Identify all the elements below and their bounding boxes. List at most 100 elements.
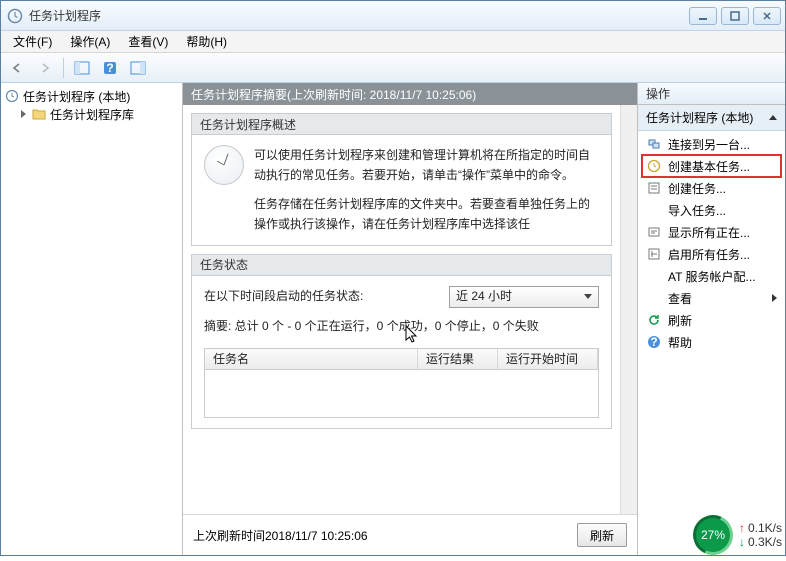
action-connect[interactable]: 连接到另一台... — [642, 133, 781, 155]
overview-clock-icon — [204, 145, 244, 185]
last-refresh-label: 上次刷新时间2018/11/7 10:25:06 — [193, 527, 368, 544]
status-summary: 摘要: 总计 0 个 - 0 个正在运行，0 个成功，0 个停止，0 个失败 — [204, 316, 599, 336]
status-group: 任务状态 在以下时间段启动的任务状态: 近 24 小时 摘要: 总计 0 个 -… — [191, 254, 612, 429]
task-table-body — [204, 370, 599, 418]
view-icon — [646, 290, 662, 306]
tree-pane: 任务计划程序 (本地) 任务计划程序库 — [1, 83, 183, 555]
col-run-start[interactable]: 运行开始时间 — [498, 349, 598, 369]
overview-title: 任务计划程序概述 — [191, 113, 612, 135]
tree-root[interactable]: 任务计划程序 (本地) — [3, 87, 180, 105]
menu-file[interactable]: 文件(F) — [5, 31, 60, 52]
tree-library-label: 任务计划程序库 — [50, 106, 134, 123]
actions-header: 操作 — [638, 83, 785, 105]
menu-bar: 文件(F) 操作(A) 查看(V) 帮助(H) — [1, 31, 785, 53]
menu-view[interactable]: 查看(V) — [120, 31, 176, 52]
actions-list: 连接到另一台... 创建基本任务... 创建任务... 导入任务... 显示所有正在..… — [638, 131, 785, 355]
expand-icon — [21, 110, 26, 118]
show-hide-action-button[interactable] — [126, 56, 150, 80]
refresh-button[interactable]: 刷新 — [577, 523, 627, 547]
action-label: 查看 — [668, 290, 766, 307]
menu-action[interactable]: 操作(A) — [62, 31, 118, 52]
action-label: 显示所有正在... — [668, 224, 777, 241]
combo-value: 近 24 小时 — [456, 286, 512, 306]
col-task-name[interactable]: 任务名 — [205, 349, 418, 369]
minimize-button[interactable] — [689, 7, 717, 25]
actions-pane: 操作 任务计划程序 (本地) 连接到另一台... 创建基本任务... 创建任务...… — [637, 83, 785, 555]
overview-text-2: 任务存储在任务计划程序库的文件夹中。若要查看单独任务上的操作或执行该操作，请在任… — [254, 194, 599, 235]
app-window: 任务计划程序 文件(F) 操作(A) 查看(V) 帮助(H) ? 任务计划程序 … — [0, 0, 786, 556]
help-button[interactable]: ? — [98, 56, 122, 80]
body: 任务计划程序 (本地) 任务计划程序库 任务计划程序摘要(上次刷新时间: 201… — [1, 83, 785, 555]
action-label: 启用所有任务... — [668, 246, 777, 263]
summary-scroll: 任务计划程序概述 可以使用任务计划程序来创建和管理计算机将在所指定的时间自动执行… — [183, 105, 620, 514]
svg-text:?: ? — [106, 61, 113, 75]
toolbar: ? — [1, 53, 785, 83]
summary-footer: 上次刷新时间2018/11/7 10:25:06 刷新 — [183, 514, 637, 555]
clock-icon — [5, 89, 19, 103]
action-label: 刷新 — [668, 312, 777, 329]
action-label: 创建基本任务... — [668, 158, 777, 175]
summary-pane: 任务计划程序摘要(上次刷新时间: 2018/11/7 10:25:06) 任务计… — [183, 83, 637, 555]
action-label: 连接到另一台... — [668, 136, 777, 153]
net-down: 0.3K/s — [748, 535, 782, 549]
maximize-button[interactable] — [721, 7, 749, 25]
enable-history-icon — [646, 246, 662, 262]
action-refresh[interactable]: 刷新 — [642, 309, 781, 331]
task-basic-icon — [646, 158, 662, 174]
summary-header: 任务计划程序摘要(上次刷新时间: 2018/11/7 10:25:06) — [183, 83, 637, 105]
net-up: 0.1K/s — [748, 521, 782, 535]
actions-group-label: 任务计划程序 (本地) — [646, 109, 753, 126]
refresh-icon — [646, 312, 662, 328]
task-icon — [646, 180, 662, 196]
task-table-header: 任务名 运行结果 运行开始时间 — [204, 348, 599, 370]
action-label: 导入任务... — [668, 202, 777, 219]
toolbar-separator — [63, 58, 64, 78]
status-label: 在以下时间段启动的任务状态: — [204, 286, 363, 306]
action-view[interactable]: 查看 — [642, 287, 781, 309]
action-task-basic[interactable]: 创建基本任务... — [642, 155, 781, 177]
window-controls — [689, 7, 781, 25]
submenu-arrow-icon — [772, 294, 777, 302]
collapse-icon[interactable] — [769, 115, 777, 120]
action-show-running[interactable]: 显示所有正在... — [642, 221, 781, 243]
network-stats: ↑0.1K/s ↓0.3K/s — [739, 521, 782, 550]
title-bar: 任务计划程序 — [1, 1, 785, 31]
arrow-down-icon: ↓ — [739, 535, 745, 549]
help-icon: ? — [646, 334, 662, 350]
show-running-icon — [646, 224, 662, 240]
show-hide-tree-button[interactable] — [70, 56, 94, 80]
network-usage-circle[interactable]: 27% — [687, 509, 738, 560]
app-icon — [7, 8, 23, 24]
col-run-result[interactable]: 运行结果 — [418, 349, 498, 369]
action-help[interactable]: ? 帮助 — [642, 331, 781, 353]
overview-body: 可以使用任务计划程序来创建和管理计算机将在所指定的时间自动执行的常见任务。若要开… — [191, 135, 612, 246]
vertical-scrollbar[interactable] — [620, 105, 637, 514]
network-overlay: 27% ↑0.1K/s ↓0.3K/s — [693, 515, 782, 555]
tree-library[interactable]: 任务计划程序库 — [3, 105, 180, 123]
action-label: 创建任务... — [668, 180, 777, 197]
menu-help[interactable]: 帮助(H) — [178, 31, 235, 52]
action-at-account[interactable]: AT 服务帐户配... — [642, 265, 781, 287]
import-icon — [646, 202, 662, 218]
chevron-down-icon — [584, 294, 592, 299]
status-title: 任务状态 — [191, 254, 612, 276]
action-import[interactable]: 导入任务... — [642, 199, 781, 221]
folder-icon — [32, 107, 46, 121]
action-task[interactable]: 创建任务... — [642, 177, 781, 199]
window-title: 任务计划程序 — [29, 7, 689, 24]
action-enable-history[interactable]: 启用所有任务... — [642, 243, 781, 265]
actions-group-title: 任务计划程序 (本地) — [638, 105, 785, 131]
overview-group: 任务计划程序概述 可以使用任务计划程序来创建和管理计算机将在所指定的时间自动执行… — [191, 113, 612, 246]
action-label: 帮助 — [668, 334, 777, 351]
nav-back-button[interactable] — [5, 56, 29, 80]
at-account-icon — [646, 268, 662, 284]
arrow-up-icon: ↑ — [739, 521, 745, 535]
action-label: AT 服务帐户配... — [668, 268, 777, 285]
status-body: 在以下时间段启动的任务状态: 近 24 小时 摘要: 总计 0 个 - 0 个正… — [191, 276, 612, 429]
time-range-combo[interactable]: 近 24 小时 — [449, 286, 599, 308]
nav-forward-button[interactable] — [33, 56, 57, 80]
overview-text-1: 可以使用任务计划程序来创建和管理计算机将在所指定的时间自动执行的常见任务。若要开… — [254, 145, 599, 186]
close-button[interactable] — [753, 7, 781, 25]
tree-root-label: 任务计划程序 (本地) — [23, 88, 130, 105]
connect-icon — [646, 136, 662, 152]
